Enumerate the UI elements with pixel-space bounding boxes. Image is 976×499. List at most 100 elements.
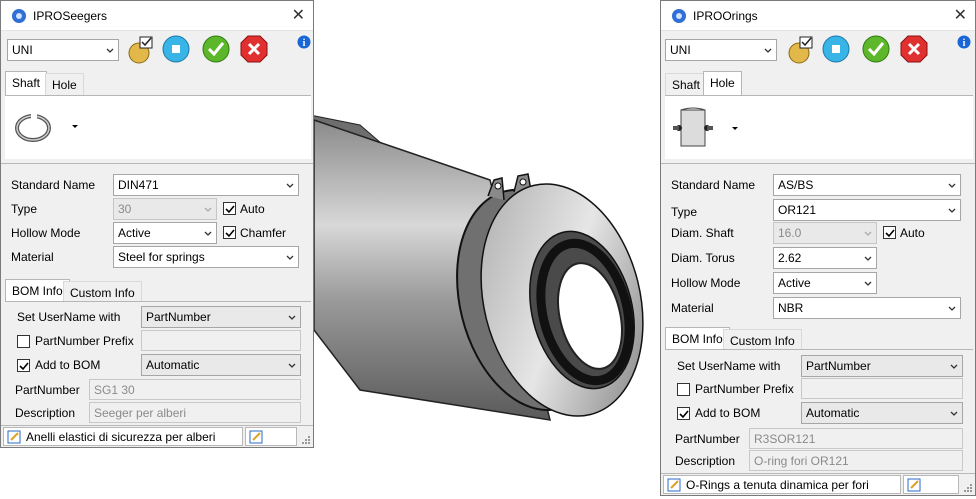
partnumber-input[interactable]: R3SOR121: [749, 428, 963, 449]
tab-custom-info[interactable]: Custom Info: [723, 329, 802, 351]
window-title: IPROOrings: [693, 9, 758, 23]
info-icon[interactable]: i: [957, 35, 971, 49]
status-edit-button[interactable]: [903, 475, 959, 494]
partnumber-input[interactable]: SG1 30: [89, 379, 301, 400]
status-text: O-Rings a tenuta dinamica per fori: [663, 475, 901, 494]
chevron-down-icon: [288, 315, 296, 320]
info-icon[interactable]: i: [297, 35, 311, 49]
auto-checkbox[interactable]: [883, 226, 896, 239]
bom-info-panel: Set UserName with PartNumber PartNumber …: [5, 301, 311, 423]
auto-checkbox[interactable]: [223, 202, 236, 215]
material-select[interactable]: Steel for springs: [113, 246, 299, 268]
chevron-down-icon: [948, 208, 956, 213]
tab-hole[interactable]: Hole: [703, 71, 742, 95]
description-label: Description: [15, 406, 76, 420]
section-divider: [1, 163, 313, 164]
hollow-mode-value: Active: [778, 276, 811, 290]
add-to-bom-label: Add to BOM: [695, 406, 761, 420]
chevron-down-icon: [864, 281, 872, 286]
cad-viewport: [300, 0, 670, 496]
chamfer-checkbox[interactable]: [223, 226, 236, 239]
chevron-down-icon: [948, 306, 956, 311]
resize-grip-icon[interactable]: [963, 483, 973, 493]
diam-torus-select[interactable]: 2.62: [773, 247, 877, 269]
partnumber-prefix-input[interactable]: [801, 378, 963, 399]
edit-note-icon: [7, 430, 21, 444]
accept-button[interactable]: [201, 34, 231, 64]
description-input[interactable]: O-ring fori OR121: [749, 450, 963, 471]
hole-oring-icon[interactable]: [671, 106, 715, 150]
description-input[interactable]: Seeger per alberi: [89, 402, 301, 423]
standard-select-value: UNI: [670, 43, 691, 57]
material-select[interactable]: NBR: [773, 297, 961, 319]
accept-button[interactable]: [861, 34, 891, 64]
status-message: O-Rings a tenuta dinamica per fori: [686, 478, 869, 492]
type-select[interactable]: OR121: [773, 199, 961, 221]
tab-shaft[interactable]: Shaft: [665, 73, 708, 95]
partnumber-prefix-input[interactable]: [141, 330, 301, 351]
tab-bom-info[interactable]: BOM Info: [665, 327, 730, 351]
chevron-down-icon: [948, 183, 956, 188]
check-icon: [885, 229, 895, 238]
chevron-down-icon: [950, 364, 958, 369]
partnumber-prefix-label: PartNumber Prefix: [695, 382, 794, 396]
hollow-mode-label: Hollow Mode: [671, 276, 741, 290]
diam-shaft-value: 16.0: [778, 226, 802, 240]
diam-torus-value: 2.62: [778, 251, 802, 265]
type-value: 30: [118, 202, 132, 216]
select-button[interactable]: [821, 34, 851, 64]
add-to-bom-checkbox[interactable]: [677, 407, 690, 420]
add-to-bom-select[interactable]: Automatic: [141, 354, 301, 376]
cancel-button[interactable]: [899, 34, 929, 64]
app-gear-icon: [12, 9, 26, 23]
set-username-select[interactable]: PartNumber: [141, 306, 301, 328]
chevron-down-icon: [286, 255, 294, 260]
add-to-bom-label: Add to BOM: [35, 358, 101, 372]
standard-name-select[interactable]: DIN471: [113, 174, 299, 196]
dropdown-caret-icon[interactable]: [731, 126, 739, 132]
type-select[interactable]: 30: [113, 198, 217, 220]
diam-shaft-select[interactable]: 16.0: [773, 222, 877, 244]
material-value: Steel for springs: [118, 250, 205, 264]
chevron-down-icon: [764, 48, 772, 53]
status-message: Anelli elastici di sicurezza per alberi: [26, 430, 216, 444]
standard-name-select[interactable]: AS/BS: [773, 174, 961, 196]
partnumber-prefix-checkbox[interactable]: [677, 383, 690, 396]
diam-shaft-label: Diam. Shaft: [671, 226, 734, 240]
hollow-mode-select[interactable]: Active: [773, 272, 877, 294]
standard-name-label: Standard Name: [671, 178, 756, 192]
bom-tabs: BOM Info Custom Info: [5, 279, 311, 303]
add-to-bom-select[interactable]: Automatic: [801, 402, 963, 424]
cancel-button[interactable]: [239, 34, 269, 64]
chevron-down-icon: [204, 207, 212, 212]
close-icon[interactable]: ✕: [954, 5, 967, 25]
standard-select[interactable]: UNI: [7, 39, 119, 61]
configure-icon-button[interactable]: [125, 35, 155, 65]
add-to-bom-value: Automatic: [806, 406, 860, 420]
status-bar: Anelli elastici di sicurezza per alberi: [1, 425, 313, 447]
standard-select-value: UNI: [12, 43, 33, 57]
status-edit-button[interactable]: [245, 427, 297, 446]
orings-titlebar: IPROOrings ✕: [661, 1, 975, 31]
add-to-bom-checkbox[interactable]: [17, 359, 30, 372]
select-button[interactable]: [161, 34, 191, 64]
set-username-select[interactable]: PartNumber: [801, 355, 963, 377]
tab-hole[interactable]: Hole: [45, 73, 84, 95]
standard-select[interactable]: UNI: [665, 39, 777, 61]
check-icon: [225, 205, 235, 214]
standard-name-value: DIN471: [118, 178, 159, 192]
tab-bom-info[interactable]: BOM Info: [5, 279, 70, 303]
hollow-mode-select[interactable]: Active: [113, 222, 217, 244]
tab-shaft[interactable]: Shaft: [5, 71, 48, 95]
close-icon[interactable]: ✕: [292, 5, 305, 25]
configure-icon-button[interactable]: [785, 35, 815, 65]
dropdown-caret-icon[interactable]: [71, 124, 79, 130]
svg-text:i: i: [303, 38, 306, 49]
edit-note-icon: [249, 430, 263, 444]
bom-tabs: BOM Info Custom Info: [665, 327, 973, 351]
tab-custom-info[interactable]: Custom Info: [63, 281, 142, 303]
partnumber-prefix-checkbox[interactable]: [17, 335, 30, 348]
resize-grip-icon[interactable]: [301, 435, 311, 445]
seeger-ring-icon[interactable]: [13, 110, 53, 146]
edit-note-icon: [667, 478, 681, 492]
